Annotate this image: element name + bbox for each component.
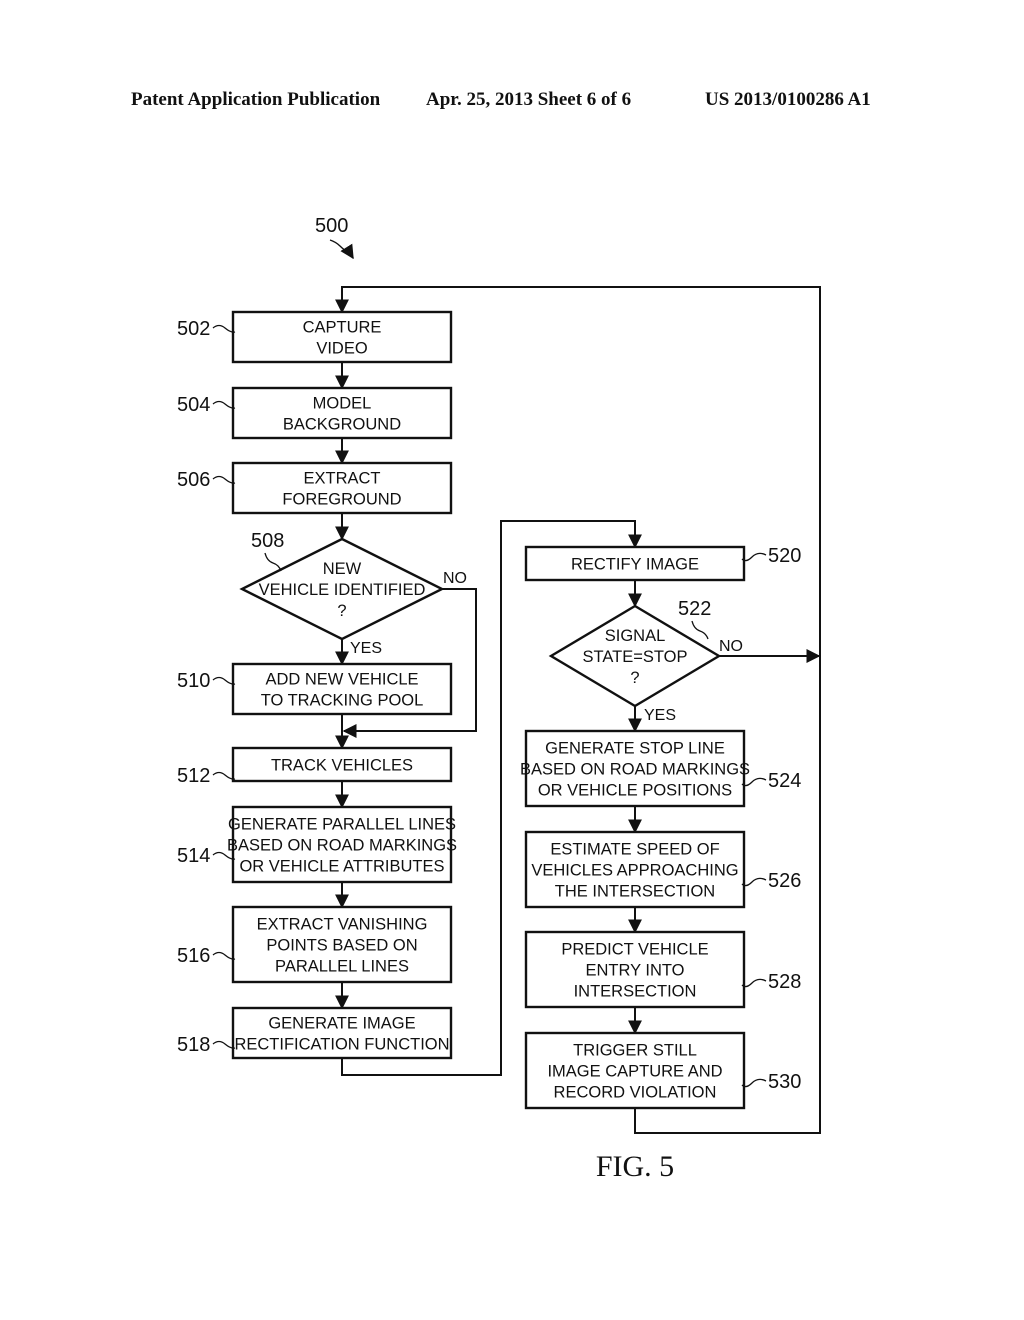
step-502-text-line: VIDEO — [316, 340, 368, 358]
step-516-text-line: PARALLEL LINES — [275, 958, 409, 976]
step-512: TRACK VEHICLES — [231, 746, 453, 783]
step-522-text-line: STATE=STOP — [583, 648, 688, 666]
reference-504: 504 — [177, 394, 210, 416]
reference-524: 524 — [768, 770, 801, 792]
step-514: GENERATE PARALLEL LINES BASED ON ROAD MAR… — [227, 805, 457, 884]
step-506-text-line: EXTRACT — [303, 470, 380, 488]
step-520: RECTIFY IMAGE — [524, 545, 746, 582]
reference-528: 528 — [768, 971, 801, 993]
step-514-text-line: GENERATE PARALLEL LINES — [228, 816, 456, 834]
reference-526-leader — [741, 877, 767, 887]
reference-510: 510 — [177, 670, 210, 692]
reference-506: 506 — [177, 469, 210, 491]
label-508-yes: YES — [350, 640, 382, 657]
step-526-text-line: THE INTERSECTION — [555, 883, 715, 901]
reference-500-arrow — [340, 243, 354, 260]
step-528: PREDICT VEHICLE ENTRY INTO INTERSECTION — [524, 930, 746, 1009]
reference-522-leader — [691, 620, 709, 640]
step-502: CAPTURE VIDEO — [231, 310, 453, 364]
step-524-text-line: GENERATE STOP LINE — [545, 740, 725, 758]
figure-label: FIG. 5 — [596, 1150, 674, 1183]
step-510-text-line: ADD NEW VEHICLE — [265, 671, 418, 689]
step-528-text-line: PREDICT VEHICLE — [561, 941, 708, 959]
step-502-text-line: CAPTURE — [303, 319, 382, 337]
reference-508-leader — [264, 552, 282, 572]
reference-514: 514 — [177, 845, 210, 867]
label-508-no: NO — [443, 570, 467, 587]
step-528-text-line: ENTRY INTO — [585, 962, 684, 980]
step-508-text-line: NEW — [323, 560, 362, 578]
step-518-text-line: RECTIFICATION FUNCTION — [234, 1036, 449, 1054]
step-514-text-line: OR VEHICLE ATTRIBUTES — [239, 858, 444, 876]
step-524: GENERATE STOP LINE BASED ON ROAD MARKINGS… — [520, 729, 750, 808]
step-508-text-line: ? — [337, 602, 346, 620]
step-530-text-line: TRIGGER STILL — [573, 1042, 697, 1060]
step-510: ADD NEW VEHICLE TO TRACKING POOL — [231, 662, 453, 716]
step-522: SIGNAL STATE=STOP? — [548, 604, 722, 708]
step-508: NEW VEHICLE IDENTIFIED? — [239, 537, 445, 641]
step-512-text-line: TRACK VEHICLES — [271, 757, 413, 775]
label-522-yes: YES — [644, 707, 676, 724]
step-518: GENERATE IMAGE RECTIFICATION FUNCTION — [231, 1006, 453, 1060]
step-530-text-line: RECORD VIOLATION — [554, 1084, 717, 1102]
reference-518-leader — [212, 1040, 236, 1049]
step-526: ESTIMATE SPEED OF VEHICLES APPROACHING THE… — [524, 830, 746, 909]
reference-522: 522 — [678, 598, 711, 620]
step-518-text-line: GENERATE IMAGE — [268, 1015, 415, 1033]
reference-512-leader — [212, 771, 236, 780]
step-530: TRIGGER STILL IMAGE CAPTURE AND RECORD VIO… — [524, 1031, 746, 1110]
reference-530-leader — [741, 1078, 767, 1088]
step-526-text-line: ESTIMATE SPEED OF — [550, 841, 719, 859]
reference-502-leader — [212, 324, 236, 333]
label-522-no: NO — [719, 638, 743, 655]
reference-516-leader — [212, 951, 236, 960]
step-516-text-line: POINTS BASED ON — [266, 937, 417, 955]
step-524-text-line: BASED ON ROAD MARKINGS — [520, 761, 750, 779]
reference-508: 508 — [251, 530, 284, 552]
reference-520-leader — [741, 552, 767, 562]
step-528-text-line: INTERSECTION — [574, 983, 697, 1001]
step-522-text-line: SIGNAL — [605, 627, 666, 645]
step-504-text-line: MODEL — [313, 395, 372, 413]
step-522-text-line: ? — [630, 669, 639, 687]
step-530-text-line: IMAGE CAPTURE AND — [547, 1063, 722, 1081]
diagram-reference-500: 500 — [315, 215, 348, 237]
reference-518: 518 — [177, 1034, 210, 1056]
reference-526: 526 — [768, 870, 801, 892]
reference-520: 520 — [768, 545, 801, 567]
step-506-text-line: FOREGROUND — [282, 491, 401, 509]
reference-510-leader — [212, 676, 236, 685]
step-508-text-line: VEHICLE IDENTIFIED — [259, 581, 426, 599]
step-524-text-line: OR VEHICLE POSITIONS — [538, 782, 732, 800]
step-516-text-line: EXTRACT VANISHING — [257, 916, 428, 934]
reference-512: 512 — [177, 765, 210, 787]
reference-502: 502 — [177, 318, 210, 340]
reference-524-leader — [741, 777, 767, 787]
step-520-text-line: RECTIFY IMAGE — [571, 556, 699, 574]
reference-506-leader — [212, 475, 236, 484]
step-506: EXTRACT FOREGROUND — [231, 461, 453, 515]
step-526-text-line: VEHICLES APPROACHING — [531, 862, 738, 880]
step-514-text-line: BASED ON ROAD MARKINGS — [227, 837, 457, 855]
step-504: MODEL BACKGROUND — [231, 386, 453, 440]
step-516: EXTRACT VANISHING POINTS BASED ON PARALLEL… — [231, 905, 453, 984]
reference-530: 530 — [768, 1071, 801, 1093]
reference-500-leader — [329, 239, 349, 253]
reference-516: 516 — [177, 945, 210, 967]
flowchart: NO YES NO YES CAPTURE VIDEO MODEL BACKGROUND EX… — [177, 215, 821, 1183]
step-504-text-line: BACKGROUND — [283, 416, 401, 434]
step-510-text-line: TO TRACKING POOL — [261, 692, 424, 710]
reference-504-leader — [212, 400, 236, 409]
reference-528-leader — [741, 978, 767, 988]
